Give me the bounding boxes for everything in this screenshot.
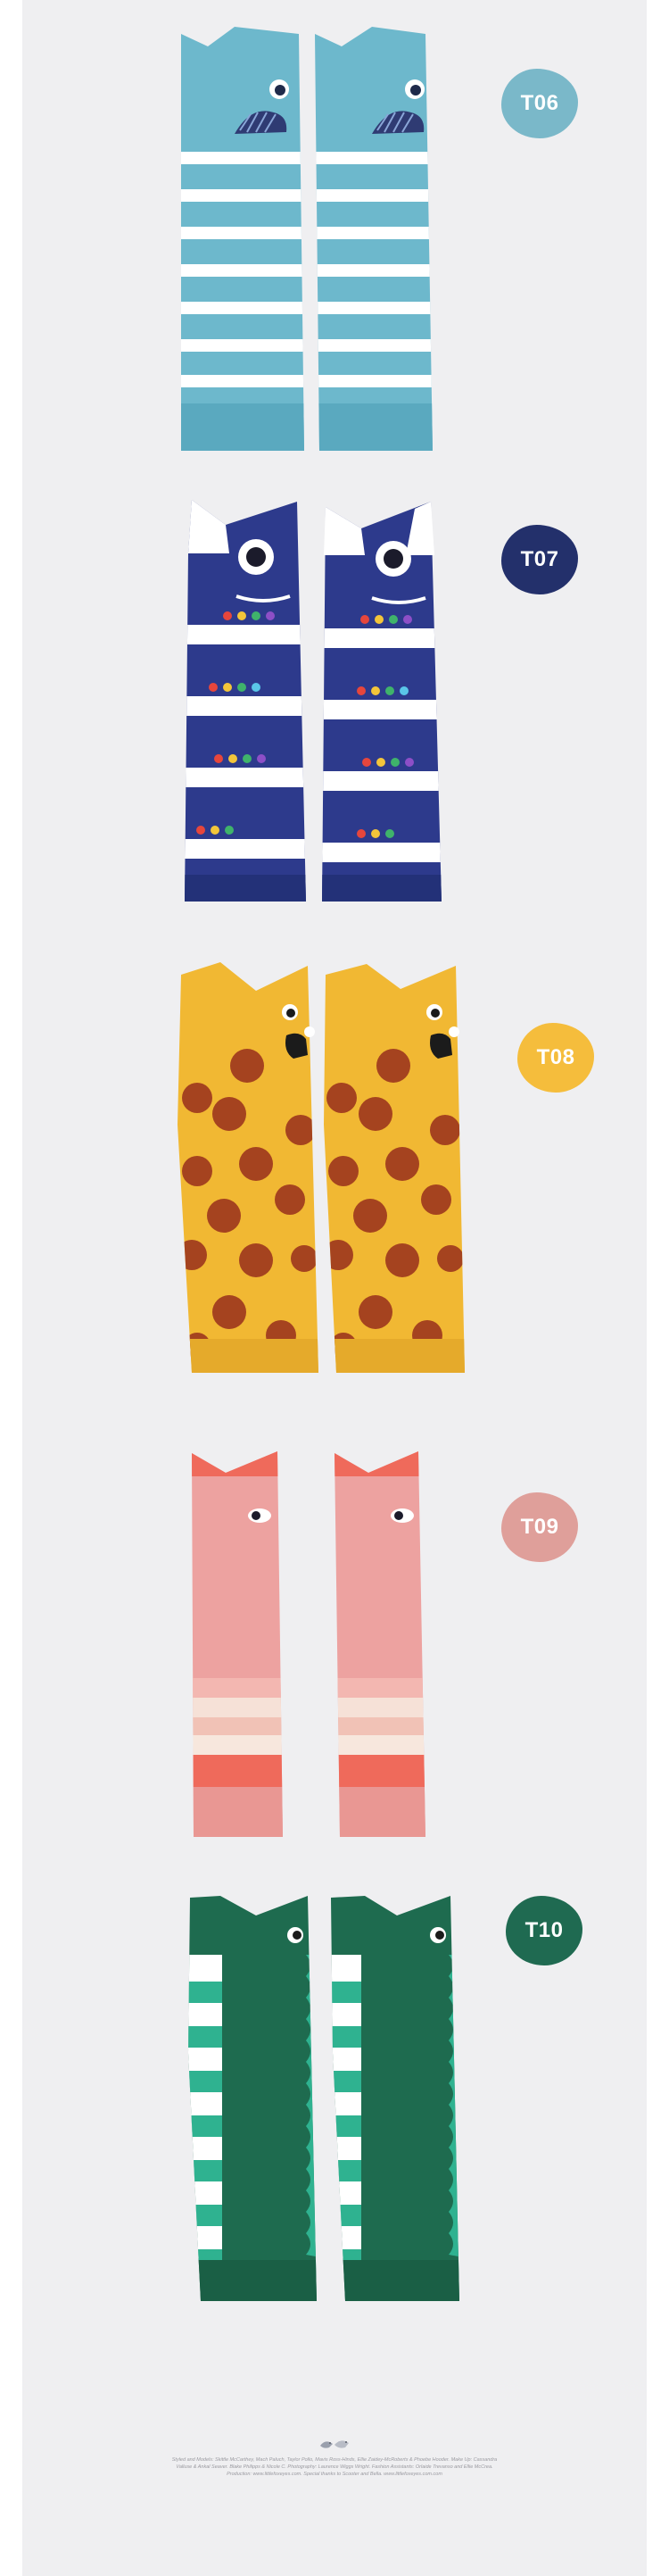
product-section-t07: T07 xyxy=(22,482,647,946)
t07-left-sock xyxy=(185,500,306,902)
t09-right-sock xyxy=(334,1451,425,1837)
t10-left-sock xyxy=(188,1896,317,2301)
product-code-badge-t08: T08 xyxy=(517,1023,594,1093)
brand-footer: Styled and Models: Skittle McCarthey, Ma… xyxy=(22,2437,647,2508)
t08-right-sock xyxy=(324,964,465,1373)
product-code-badge-t10: T10 xyxy=(506,1896,582,1965)
footer-credits: Styled and Models: Skittle McCarthey, Ma… xyxy=(171,2457,498,2477)
product-section-t09: T09 xyxy=(22,1410,647,1874)
t06-right-sock xyxy=(315,27,433,451)
t07-right-sock xyxy=(322,502,442,902)
product-code-label: T08 xyxy=(536,1045,575,1069)
bird-logo-icon xyxy=(320,2440,349,2448)
t09-left-sock xyxy=(192,1451,283,1837)
product-section-t06: T06 xyxy=(22,0,647,482)
t08-left-sock xyxy=(178,962,318,1373)
product-code-badge-t09: T09 xyxy=(501,1492,578,1562)
t06-left-sock xyxy=(181,27,304,451)
product-code-label: T06 xyxy=(520,91,559,115)
product-code-badge-t06: T06 xyxy=(501,69,578,138)
product-section-t10: T10 xyxy=(22,1874,647,2339)
product-code-badge-t07: T07 xyxy=(501,525,578,594)
product-section-t08: T08 xyxy=(22,946,647,1410)
t09-legwarmers-image xyxy=(192,1451,425,1837)
product-code-label: T09 xyxy=(520,1515,559,1539)
product-code-label: T07 xyxy=(520,547,559,571)
t10-right-sock xyxy=(331,1896,459,2301)
product-page: T06 T07 T08 T09 T10 Styled and Models: S… xyxy=(22,0,647,2576)
t08-legwarmers-image xyxy=(178,962,465,1373)
product-code-label: T10 xyxy=(524,1918,564,1942)
